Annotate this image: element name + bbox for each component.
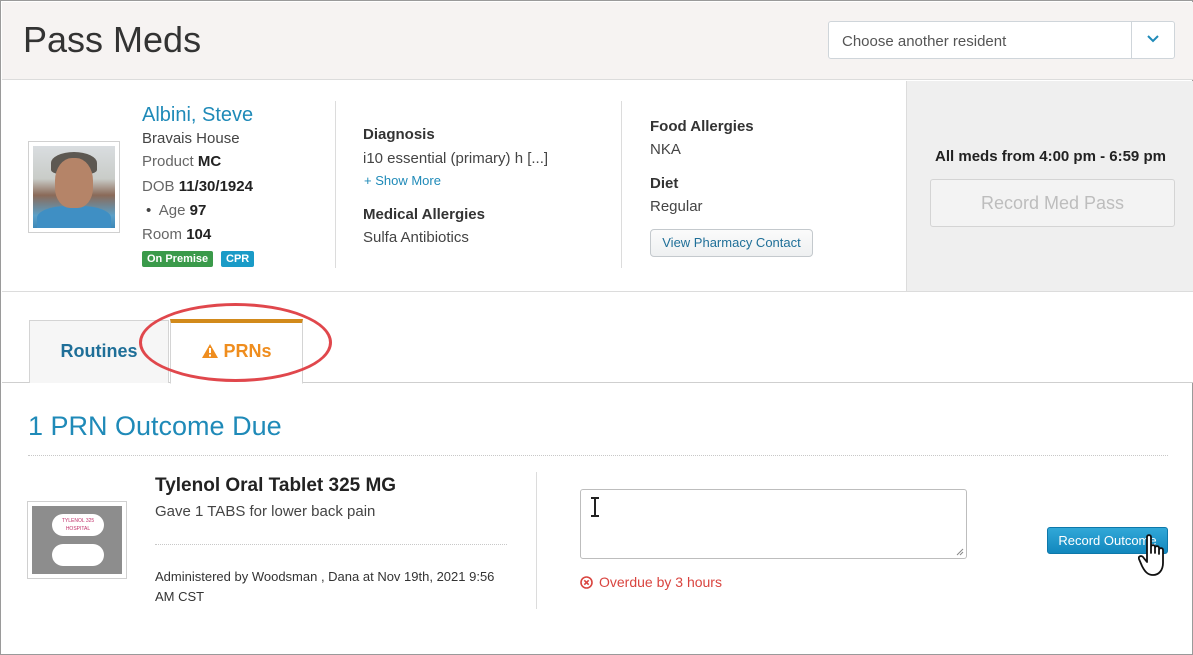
resize-grip-icon[interactable]	[956, 548, 964, 556]
resident-info-panel: Albini, Steve Bravais House Product MC D…	[2, 81, 1193, 292]
error-circle-icon	[580, 576, 593, 589]
status-badge-cpr: CPR	[221, 251, 255, 267]
resident-dob: DOB 11/30/1924	[142, 178, 253, 195]
medical-allergies-label: Medical Allergies	[363, 206, 485, 223]
administered-by: Administered by Woodsman , Dana at Nov 1…	[155, 569, 495, 604]
outcome-textarea[interactable]	[580, 489, 967, 559]
divider	[155, 544, 507, 545]
resident-select[interactable]: Choose another resident	[828, 21, 1175, 59]
medication-name: Tylenol Oral Tablet 325 MG	[155, 475, 397, 496]
status-badge-on-premise: On Premise	[142, 251, 214, 267]
resident-room: Room 104	[142, 226, 212, 243]
overdue-status: Overdue by 3 hours	[580, 574, 722, 590]
medication-image: TYLENOL 325 HOSPITAL	[27, 501, 127, 579]
text-cursor-icon	[591, 497, 599, 517]
med-pass-panel: All meds from 4:00 pm - 6:59 pm Record M…	[906, 81, 1193, 291]
section-title: 1 PRN Outcome Due	[28, 411, 282, 441]
overdue-text: Overdue by 3 hours	[599, 574, 722, 590]
resident-select-placeholder: Choose another resident	[842, 33, 1007, 50]
diet-label: Diet	[650, 175, 679, 192]
pill-label: TYLENOL 325 HOSPITAL	[52, 514, 104, 536]
med-pass-window: All meds from 4:00 pm - 6:59 pm	[935, 148, 1166, 165]
resident-photo	[28, 141, 120, 233]
app-frame: Pass Meds Choose another resident Albini…	[0, 0, 1193, 655]
medication-reason: Gave 1 TABS for lower back pain	[155, 503, 376, 520]
food-allergies-label: Food Allergies	[650, 118, 754, 135]
highlight-annotation	[139, 303, 332, 382]
view-pharmacy-contact-button[interactable]: View Pharmacy Contact	[650, 229, 813, 257]
divider	[335, 101, 336, 268]
resident-name-link[interactable]: Albini, Steve	[142, 104, 253, 127]
resident-select-toggle[interactable]	[1131, 22, 1174, 58]
resident-age: • Age 97	[146, 202, 207, 219]
page-title: Pass Meds	[23, 19, 202, 60]
hand-pointer-icon	[1138, 534, 1164, 576]
page-header: Pass Meds Choose another resident	[2, 2, 1193, 80]
show-more-link[interactable]: + Show More	[364, 173, 441, 188]
food-allergies-value: NKA	[650, 141, 681, 158]
divider	[28, 455, 1168, 456]
diet-value: Regular	[650, 198, 703, 215]
resident-house: Bravais House	[142, 130, 240, 147]
diagnosis-label: Diagnosis	[363, 126, 435, 143]
resident-product: Product MC	[142, 153, 222, 170]
resident-avatar	[33, 146, 115, 228]
diagnosis-value: i10 essential (primary) h [...]	[363, 150, 549, 167]
medical-allergies-value: Sulfa Antibiotics	[363, 229, 469, 246]
record-med-pass-button[interactable]: Record Med Pass	[930, 179, 1175, 227]
chevron-down-icon	[1147, 35, 1159, 43]
divider	[536, 472, 537, 609]
divider	[621, 101, 622, 268]
